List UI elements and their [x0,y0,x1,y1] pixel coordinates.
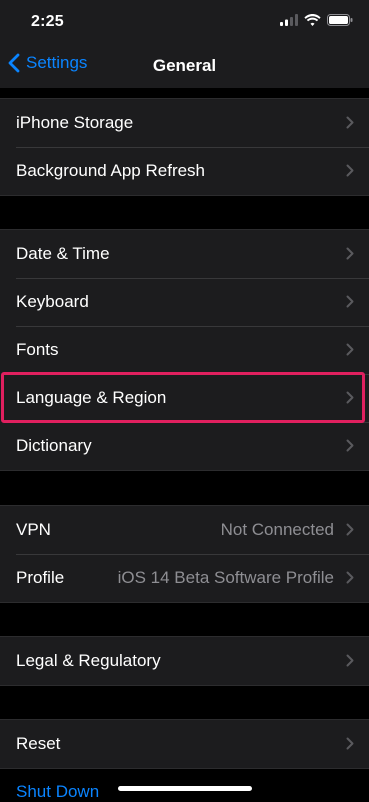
row-label: Background App Refresh [16,161,206,180]
highlight-box [1,372,365,423]
legal-group: Legal & Regulatory [0,636,369,686]
language-group: Date & Time Keyboard Fonts Language & Re… [0,229,369,471]
row-dictionary[interactable]: Dictionary [0,422,369,470]
row-value: Not Connected [220,520,334,539]
cellular-signal-icon [280,14,298,26]
row-date-time[interactable]: Date & Time [0,230,369,278]
row-label: Dictionary [16,436,92,455]
row-label: iPhone Storage [16,113,134,132]
row-vpn[interactable]: VPN Not Connected [0,506,369,554]
chevron-right-icon [346,164,354,177]
row-value: iOS 14 Beta Software Profile [117,568,334,587]
vpn-group: VPN Not Connected Profile iOS 14 Beta So… [0,505,369,603]
row-reset[interactable]: Reset [0,720,369,768]
navigation-bar: Settings General [0,44,369,88]
row-label: Reset [16,734,61,753]
home-indicator[interactable] [118,786,252,791]
chevron-right-icon [346,654,354,667]
row-label: Legal & Regulatory [16,651,161,670]
status-bar: 2:25 [0,0,369,44]
row-label: Fonts [16,340,59,359]
reset-group: Reset [0,719,369,769]
row-profile[interactable]: Profile iOS 14 Beta Software Profile [0,554,369,602]
row-label: VPN [16,520,51,539]
chevron-right-icon [346,571,354,584]
row-label: Date & Time [16,244,110,263]
row-label: Keyboard [16,292,89,311]
chevron-right-icon [346,295,354,308]
chevron-right-icon [346,523,354,536]
chevron-right-icon [346,116,354,129]
row-background-app-refresh[interactable]: Background App Refresh [0,147,369,195]
chevron-right-icon [346,343,354,356]
row-label: Profile [16,568,65,587]
chevron-right-icon [346,439,354,452]
row-fonts[interactable]: Fonts [0,326,369,374]
row-keyboard[interactable]: Keyboard [0,278,369,326]
chevron-right-icon [346,247,354,260]
chevron-right-icon [346,737,354,750]
row-legal-regulatory[interactable]: Legal & Regulatory [0,637,369,685]
status-icons [280,14,353,26]
status-time: 2:25 [31,13,64,30]
wifi-icon [304,14,321,26]
storage-group: iPhone Storage Background App Refresh [0,98,369,196]
shut-down-button[interactable]: Shut Down [16,782,99,802]
battery-icon [327,14,353,26]
page-title: General [152,56,217,75]
row-iphone-storage[interactable]: iPhone Storage [0,99,369,147]
